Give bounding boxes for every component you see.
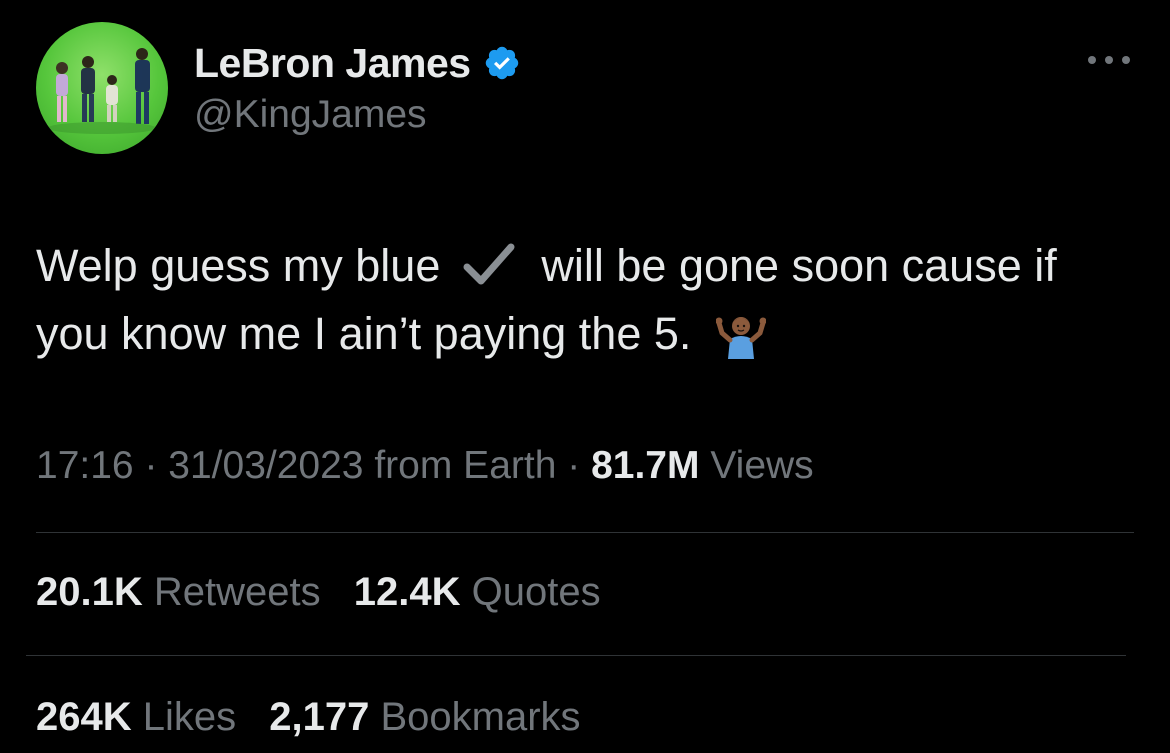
author-display-name[interactable]: LeBron James <box>194 40 471 87</box>
likes-count: 264K <box>36 695 132 739</box>
author-name-row[interactable]: LeBron James <box>194 38 521 88</box>
tweet-text: Welp guess my blue will be gone soon cau… <box>36 232 1136 368</box>
quotes-count: 12.4K <box>353 570 461 614</box>
divider <box>26 655 1126 656</box>
divider <box>36 532 1134 533</box>
verified-badge-icon[interactable] <box>483 44 521 82</box>
more-dot-icon <box>1105 56 1113 64</box>
more-dot-icon <box>1122 56 1130 64</box>
author-handle[interactable]: @KingJames <box>194 93 427 137</box>
tweet-meta: 17:16 · 31/03/2023 from Earth · 81.7M Vi… <box>36 444 814 488</box>
avatar-photo-icon <box>48 48 156 134</box>
tweet-detail: LeBron James @KingJames Welp guess my bl… <box>0 0 1170 753</box>
person-shrugging-icon <box>715 317 766 359</box>
engagement-stats-row-1: 20.1K Retweets 12.4K Quotes <box>36 570 623 615</box>
meta-separator: · <box>144 444 158 487</box>
retweets-label: Retweets <box>153 570 321 614</box>
heavy-check-mark-icon <box>463 243 515 285</box>
quotes-label: Quotes <box>471 570 601 614</box>
tweet-time[interactable]: 17:16 <box>36 444 134 487</box>
quotes-stat[interactable]: 12.4K Quotes <box>354 570 601 614</box>
tweet-source: from Earth <box>374 444 557 487</box>
tweet-date[interactable]: 31/03/2023 <box>168 444 363 487</box>
bookmarks-label: Bookmarks <box>380 695 581 739</box>
tweet-text-part1: Welp guess my blue <box>36 240 441 291</box>
more-options-button[interactable] <box>1088 48 1130 72</box>
retweets-stat[interactable]: 20.1K Retweets <box>36 570 332 614</box>
likes-stat[interactable]: 264K Likes <box>36 695 247 739</box>
engagement-stats-row-2: 264K Likes 2,177 Bookmarks <box>36 695 603 740</box>
more-dot-icon <box>1088 56 1096 64</box>
bookmarks-count: 2,177 <box>269 695 370 739</box>
avatar[interactable] <box>36 22 168 154</box>
views-label: Views <box>710 444 814 487</box>
views-count: 81.7M <box>591 444 700 487</box>
bookmarks-stat[interactable]: 2,177 Bookmarks <box>269 695 580 739</box>
meta-separator: · <box>567 444 581 487</box>
likes-label: Likes <box>142 695 237 739</box>
retweets-count: 20.1K <box>36 570 143 614</box>
